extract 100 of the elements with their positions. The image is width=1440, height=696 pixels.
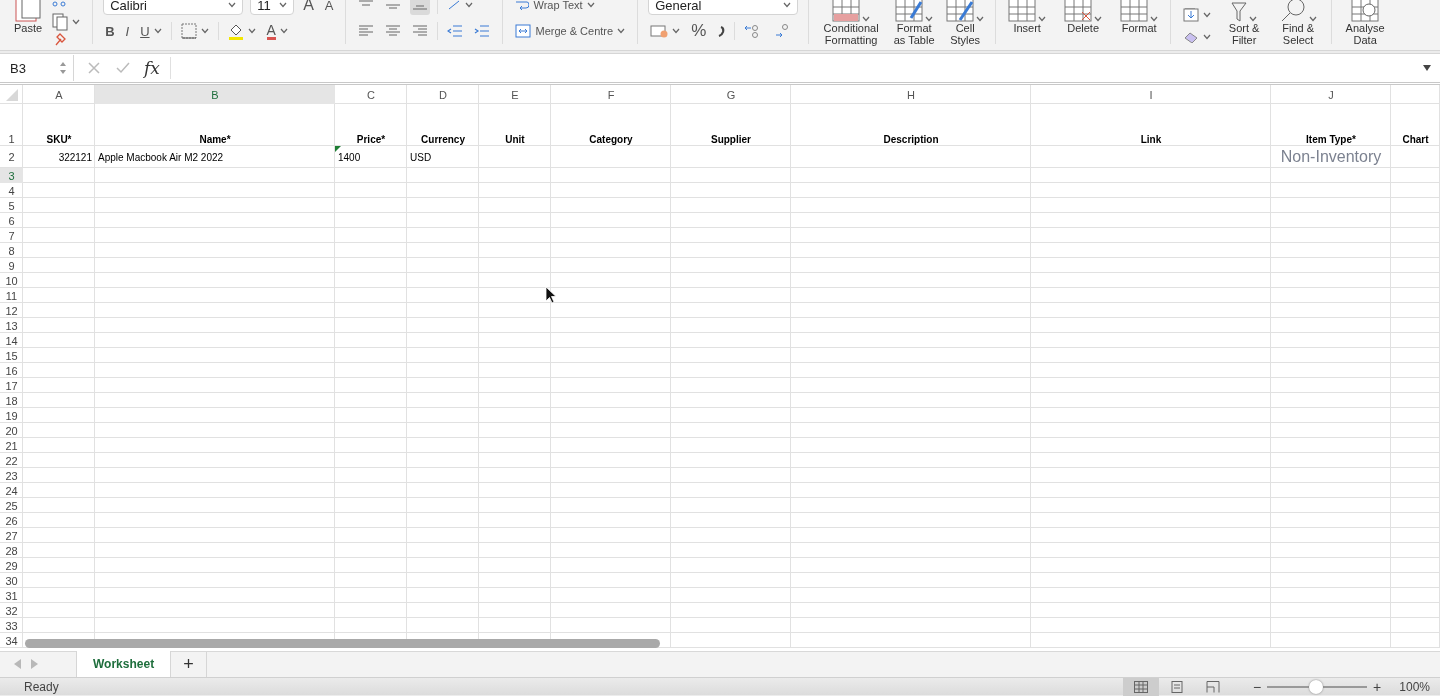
sort-and-filter-button[interactable]: Sort & Filter [1221,0,1268,46]
column-header[interactable]: B [95,85,335,104]
row-header[interactable]: 5 [0,198,23,213]
delete-button[interactable]: Delete [1062,0,1105,34]
column-header[interactable]: F [551,85,671,104]
row-header[interactable]: 24 [0,483,23,498]
column-header[interactable]: E [479,85,551,104]
row-header[interactable]: 31 [0,588,23,603]
row-header[interactable]: 3 [0,168,23,183]
table-cell[interactable]: Non-Inventory [1271,146,1391,168]
column-header[interactable]: C [335,85,407,104]
column-title-cell[interactable]: Item Type* [1271,104,1391,146]
table-cell[interactable]: 322121 [23,146,95,168]
column-title-cell[interactable]: Category [551,104,671,146]
format-as-table-button[interactable]: Format as Table [891,0,938,46]
magnifier-icon [1279,0,1308,22]
table-cell[interactable]: 1400 [335,146,407,168]
page-layout-icon [1169,680,1184,693]
insert-button[interactable]: Insert [1006,0,1049,34]
scroll-right-button[interactable] [31,657,38,672]
column-header[interactable]: H [791,85,1031,104]
caret-icon [279,28,288,34]
column-title-cell[interactable]: Currency [407,104,479,146]
column-title-cell[interactable]: Unit [479,104,551,146]
column-header[interactable]: G [671,85,791,104]
row-header[interactable]: 22 [0,453,23,468]
row-header[interactable]: 19 [0,408,23,423]
row-header[interactable]: 9 [0,258,23,273]
conditional-formatting-button[interactable]: Conditional Formatting [819,0,884,46]
row-header[interactable]: 30 [0,573,23,588]
scrollbar[interactable] [25,639,660,648]
column-title-cell[interactable]: Chart [1391,104,1440,146]
zoom-out-button[interactable]: − [1246,678,1268,695]
row-header[interactable]: 26 [0,513,23,528]
row-header[interactable]: 17 [0,378,23,393]
slider-thumb[interactable] [1309,679,1324,694]
borders-button[interactable] [178,21,211,41]
analyse-data-button[interactable]: Analyse Data [1342,0,1389,46]
paste-button[interactable]: Paste [14,0,43,34]
align-bottom-button[interactable] [410,0,431,15]
row-header[interactable]: 21 [0,438,23,453]
row-header[interactable]: 8 [0,243,23,258]
row-header[interactable]: 2 [0,146,23,168]
column-header[interactable]: J [1271,85,1391,104]
column-header[interactable]: D [407,85,479,104]
format-button[interactable]: Format [1118,0,1161,34]
find-and-select-button[interactable]: Find & Select [1275,0,1322,46]
row-header[interactable]: 23 [0,468,23,483]
diagonal-text-icon [447,0,462,11]
row-header[interactable]: 7 [0,228,23,243]
row-header[interactable]: 29 [0,558,23,573]
column-header[interactable]: I [1031,85,1271,104]
scissors-icon [52,0,67,8]
insert-function-button[interactable]: fx [138,57,171,79]
row-header[interactable]: 18 [0,393,23,408]
cell-styles-button[interactable]: Cell Styles [945,0,986,46]
wrap-text-button[interactable]: Wrap Text [513,0,597,15]
caret-icon [228,2,237,8]
row-header[interactable]: 34 [0,633,23,648]
table-cell[interactable]: USD [407,146,479,168]
italic-button[interactable]: I [123,21,132,41]
row-header[interactable]: 25 [0,498,23,513]
font-name-dropdown[interactable]: Calibri [103,0,244,15]
column-title-cell[interactable]: Description [791,104,1031,146]
row-header[interactable]: 20 [0,423,23,438]
column-title-cell[interactable]: Price* [335,104,407,146]
font-size-dropdown[interactable]: 11 [250,0,295,15]
row-header[interactable]: 11 [0,288,23,303]
row-header[interactable]: 16 [0,363,23,378]
decrease-font-size-button[interactable]: A [322,0,336,15]
row-header[interactable]: 14 [0,333,23,348]
scroll-left-button[interactable] [14,657,21,672]
percent-style-button[interactable]: % [689,21,709,41]
copy-icon [52,13,69,31]
column-title-cell[interactable]: Link [1031,104,1271,146]
sheet-tab[interactable]: Worksheet [76,651,172,677]
column-title-cell[interactable]: SKU* [23,104,95,146]
row-header[interactable]: 13 [0,318,23,333]
number-format-dropdown[interactable]: General [648,0,799,15]
row-header[interactable]: 32 [0,603,23,618]
underline-button[interactable]: U [138,21,164,41]
column-title-cell[interactable]: Name* [95,104,335,146]
merge-and-centre-button[interactable]: Merge & Centre [513,21,628,41]
normal-view-button[interactable] [1122,677,1159,696]
row-header[interactable]: 27 [0,528,23,543]
bold-button[interactable]: B [103,21,117,41]
zoom-in-button[interactable]: + [1367,678,1388,695]
row-header[interactable]: 1 [0,104,23,146]
row-header[interactable]: 33 [0,618,23,633]
font-color-button[interactable]: A [264,21,290,41]
row-header[interactable]: 4 [0,183,23,198]
right-arrow-icon [31,659,38,669]
row-header[interactable]: 28 [0,543,23,558]
column-header[interactable]: A [23,85,95,104]
row-header[interactable]: 12 [0,303,23,318]
row-header[interactable]: 10 [0,273,23,288]
table-cell[interactable]: Apple Macbook Air M2 2022 [95,146,335,168]
row-header[interactable]: 6 [0,213,23,228]
column-title-cell[interactable]: Supplier [671,104,791,146]
row-header[interactable]: 15 [0,348,23,363]
